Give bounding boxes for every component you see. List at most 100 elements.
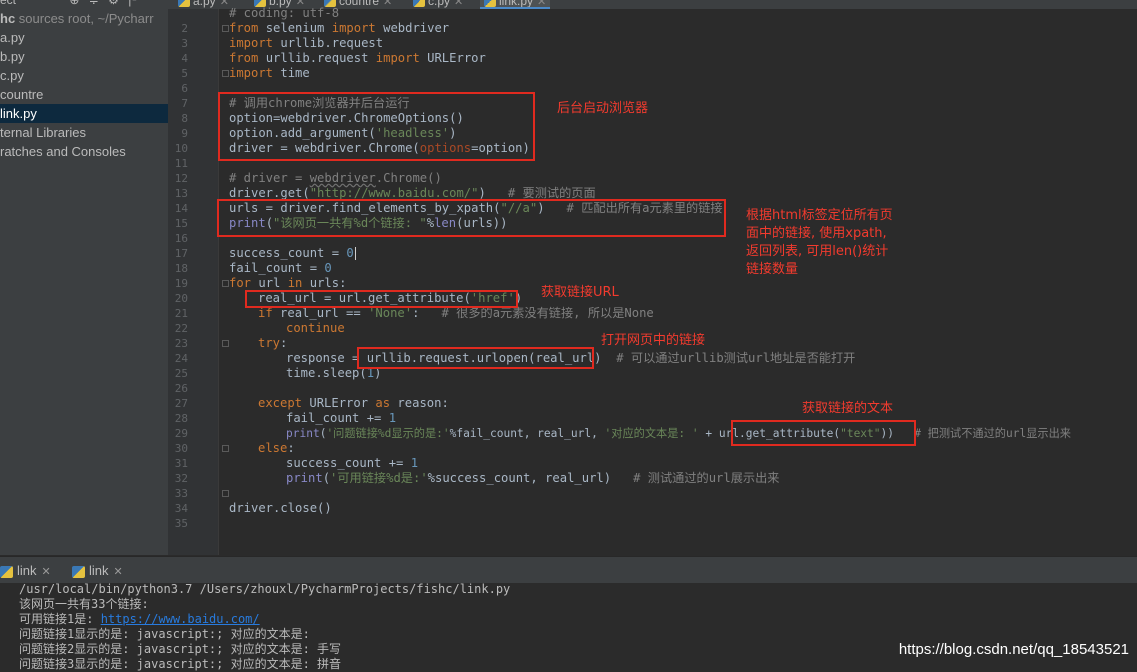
tree-item-a-py[interactable]: a.py [0, 28, 168, 47]
project-toolbar-label[interactable]: ect [0, 0, 16, 7]
line-number: 21 [174, 307, 188, 320]
annotation-open-link: 打开网页中的链接 [601, 333, 706, 348]
tree-item-countre[interactable]: countre [0, 85, 168, 104]
highlight-box-text [731, 420, 916, 446]
console-line: 问题链接1显示的是: javascript:; 对应的文本是: [19, 627, 310, 641]
tab-link-py[interactable]: link.py ✕ [480, 0, 551, 9]
tab-a-py[interactable]: a.py ✕ [178, 0, 229, 9]
tree-item-scratches[interactable]: ratches and Consoles [0, 142, 168, 161]
line-number: 7 [181, 97, 188, 110]
annotation-xpath-line1: 根据html标签定位所有页 [746, 208, 893, 223]
console-url-link[interactable]: https://www.baidu.com/ [101, 612, 260, 626]
run-tool-window-tabs: link ✕ link ✕ [0, 556, 1137, 583]
line-number: 26 [174, 382, 188, 395]
console-text: 可用链接1是: [19, 612, 101, 626]
tab-label: countre [339, 0, 380, 8]
line-number: 8 [181, 112, 188, 125]
code-line-34: driver.close() [229, 501, 332, 515]
code-line-4: from urllib.request import URLError [229, 51, 486, 66]
fold-marker-icon[interactable] [222, 340, 229, 347]
run-tab-label: link [17, 563, 37, 578]
run-tab-link-2[interactable]: link ✕ [72, 563, 123, 579]
code-token: selenium [258, 21, 332, 35]
code-token: in [287, 276, 303, 290]
fold-marker-icon[interactable] [222, 490, 229, 497]
project-tree: ect ⊕ ≑ ⚙ |⁃ hc sources root, ~/Pycharr … [0, 0, 169, 555]
line-number: 28 [174, 412, 188, 425]
close-icon[interactable]: ✕ [220, 0, 229, 8]
tab-label: a.py [193, 0, 216, 8]
code-line-22: continue [286, 321, 345, 335]
code-token: urllib.request [273, 36, 384, 50]
line-number: 23 [174, 337, 188, 350]
code-token: # 把测试不通过的url显示出来 [914, 427, 1071, 440]
python-run-icon [0, 565, 13, 578]
code-token: '可用链接%d是:' [330, 471, 428, 485]
tree-item-c-py[interactable]: c.py [0, 66, 168, 85]
code-token: "http://www.baidu.com/" [309, 186, 479, 200]
close-icon[interactable]: ✕ [114, 566, 123, 578]
fold-marker-icon[interactable] [222, 445, 229, 452]
code-line-31: success_count += 1 [286, 456, 418, 471]
tree-item-b-py[interactable]: b.py [0, 47, 168, 66]
highlight-box-xpath [217, 199, 726, 237]
line-number: 2 [181, 22, 188, 35]
line-number: 9 [181, 127, 188, 140]
code-token: # 要测试的页面 [507, 186, 596, 200]
code-line-30: else: [258, 441, 295, 456]
close-icon[interactable]: ✕ [454, 0, 463, 8]
line-number: 11 [174, 157, 188, 170]
run-tab-link-1[interactable]: link ✕ [0, 563, 51, 579]
code-line-28: fail_count += 1 [286, 411, 396, 426]
gear-icon[interactable]: ⚙ [108, 0, 119, 7]
code-token: from [229, 21, 259, 35]
code-token: : [412, 306, 442, 320]
line-number: 4 [181, 52, 188, 65]
code-token: try [258, 336, 281, 350]
tree-root-item[interactable]: hc sources root, ~/Pycharr [0, 9, 168, 28]
code-token: import [229, 66, 274, 80]
tree-item-link-py[interactable]: link.py [0, 104, 168, 123]
code-token: # driver = [229, 171, 310, 185]
fold-marker-icon[interactable] [222, 25, 229, 32]
code-token: import [375, 51, 420, 65]
locate-icon[interactable]: ⊕ [69, 0, 79, 7]
code-token: %success_count, real_url) [427, 471, 634, 485]
hide-icon[interactable]: |⁃ [128, 0, 137, 7]
annotation-get-url: 获取链接URL [541, 285, 619, 300]
console-line: /usr/local/bin/python3.7 /Users/zhouxl/P… [19, 582, 511, 596]
code-token: URLError [419, 51, 486, 65]
console-line: 可用链接1是: https://www.baidu.com/ [19, 612, 260, 627]
tree-root-path: sources root, ~/Pycharr [15, 11, 154, 26]
fold-marker-icon[interactable] [222, 70, 229, 77]
line-number: 27 [174, 397, 188, 410]
tab-c-py[interactable]: c.py ✕ [413, 0, 463, 9]
python-run-icon [72, 565, 85, 578]
highlight-box-href [245, 290, 518, 308]
tab-label: c.py [428, 0, 451, 8]
fold-marker-icon[interactable] [222, 280, 229, 287]
code-token: 1 [410, 456, 419, 470]
annotation-xpath-line2: 面中的链接, 使用xpath, [746, 226, 887, 241]
line-number: 19 [174, 277, 188, 290]
collapse-icon[interactable]: ≑ [89, 0, 99, 7]
code-token: 0 [324, 261, 332, 275]
code-token: : [280, 336, 288, 350]
code-line-19: for url in urls: [229, 276, 346, 291]
run-tab-label: link [89, 563, 109, 578]
code-token: 0 [346, 246, 354, 260]
code-token: as [375, 396, 391, 410]
code-token: 1 [388, 411, 397, 425]
code-line-12: # driver = webdriver.Chrome() [229, 171, 442, 186]
code-token: .Chrome() [375, 171, 442, 185]
code-token: %fail_count, real_url, [449, 427, 605, 440]
close-icon[interactable]: ✕ [42, 566, 51, 578]
highlight-box-urlopen [357, 347, 594, 369]
tree-item-external-libraries[interactable]: ternal Libraries [0, 123, 168, 142]
line-number: 15 [174, 217, 188, 230]
close-icon[interactable]: ✕ [383, 0, 392, 8]
close-icon[interactable]: ✕ [537, 0, 546, 8]
code-token: # 可以通过urllib测试url地址是否能打开 [616, 351, 856, 365]
line-number: 25 [174, 367, 188, 380]
python-file-icon [413, 0, 425, 8]
